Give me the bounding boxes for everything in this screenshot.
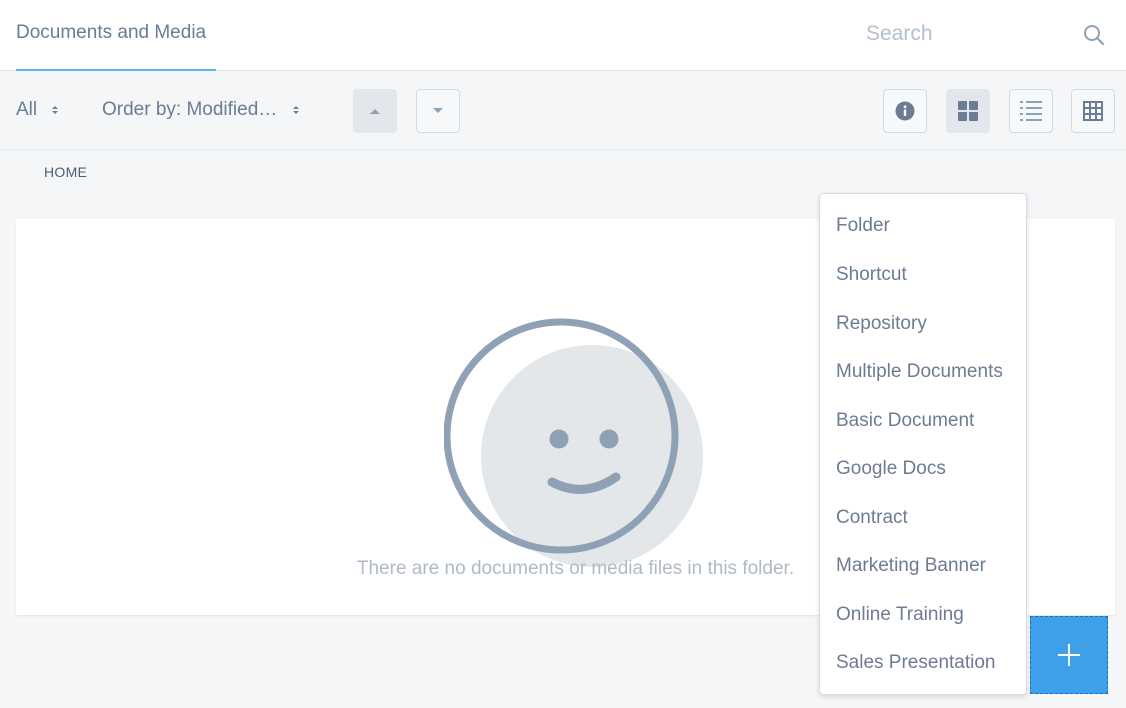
caret-down-icon	[433, 108, 443, 113]
cards-view-button[interactable]	[946, 89, 990, 133]
menu-item-google-docs[interactable]: Google Docs	[836, 458, 946, 480]
cards-view-icon	[958, 101, 978, 121]
menu-item-basic-document[interactable]: Basic Document	[836, 410, 974, 432]
menu-item-online-training[interactable]: Online Training	[836, 604, 964, 626]
list-view-button[interactable]	[1009, 89, 1053, 133]
management-toolbar: All Order by: Modified…	[0, 72, 1126, 150]
sort-ascending-button[interactable]	[353, 89, 397, 133]
tab-documents-and-media[interactable]: Documents and Media	[16, 0, 216, 71]
top-bar: Documents and Media	[0, 0, 1126, 71]
order-by-label: Order by: Modified…	[102, 99, 278, 120]
search-icon[interactable]	[1082, 23, 1106, 47]
filter-label: All	[16, 99, 38, 120]
breadcrumb-home[interactable]: HOME	[44, 164, 87, 180]
add-menu: Folder Shortcut Repository Multiple Docu…	[819, 193, 1027, 695]
menu-item-shortcut[interactable]: Shortcut	[836, 264, 907, 286]
menu-item-multiple-documents[interactable]: Multiple Documents	[836, 361, 1003, 383]
order-by-dropdown[interactable]: Order by: Modified…	[102, 99, 301, 121]
sort-caret-icon	[52, 105, 59, 114]
menu-item-marketing-banner[interactable]: Marketing Banner	[836, 555, 986, 577]
caret-up-icon	[370, 109, 380, 114]
menu-item-sales-presentation[interactable]: Sales Presentation	[836, 652, 996, 674]
table-view-icon	[1083, 101, 1103, 121]
add-button[interactable]	[1030, 616, 1108, 694]
menu-item-repository[interactable]: Repository	[836, 313, 927, 335]
table-view-button[interactable]	[1071, 89, 1115, 133]
filter-dropdown[interactable]: All	[16, 99, 60, 121]
menu-item-contract[interactable]: Contract	[836, 507, 908, 529]
info-icon	[895, 101, 915, 121]
menu-item-folder[interactable]: Folder	[836, 215, 890, 237]
search-input[interactable]	[862, 16, 1062, 52]
list-view-icon	[1020, 101, 1042, 121]
sort-caret-icon	[292, 105, 299, 114]
plus-icon	[1058, 644, 1080, 666]
info-button[interactable]	[883, 89, 927, 133]
smiley-face-icon	[444, 318, 703, 567]
sort-descending-button[interactable]	[416, 89, 460, 133]
